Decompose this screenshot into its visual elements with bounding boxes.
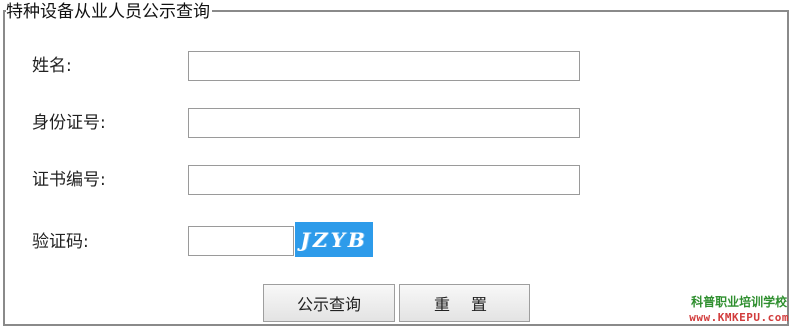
watermark-school-name: 科普职业培训学校: [691, 295, 788, 309]
captcha-image[interactable]: JZYB: [295, 222, 373, 257]
query-button[interactable]: 公示查询: [263, 284, 395, 322]
captcha-text: JZYB: [300, 227, 368, 252]
certificate-number-input[interactable]: [188, 165, 580, 195]
reset-button[interactable]: 重 置: [399, 284, 530, 322]
school-watermark: 科普职业培训学校 www.KMKEPU.com: [689, 295, 789, 325]
certificate-number-label: 证书编号:: [32, 170, 106, 190]
captcha-input[interactable]: [188, 226, 294, 256]
id-number-input[interactable]: [188, 108, 580, 138]
id-number-label: 身份证号:: [32, 113, 106, 133]
name-input[interactable]: [188, 51, 580, 81]
form-legend: 特种设备从业人员公示查询: [6, 2, 212, 22]
captcha-label: 验证码:: [32, 232, 89, 252]
watermark-url: www.KMKEPU.com: [689, 311, 789, 324]
name-label: 姓名:: [32, 56, 72, 76]
